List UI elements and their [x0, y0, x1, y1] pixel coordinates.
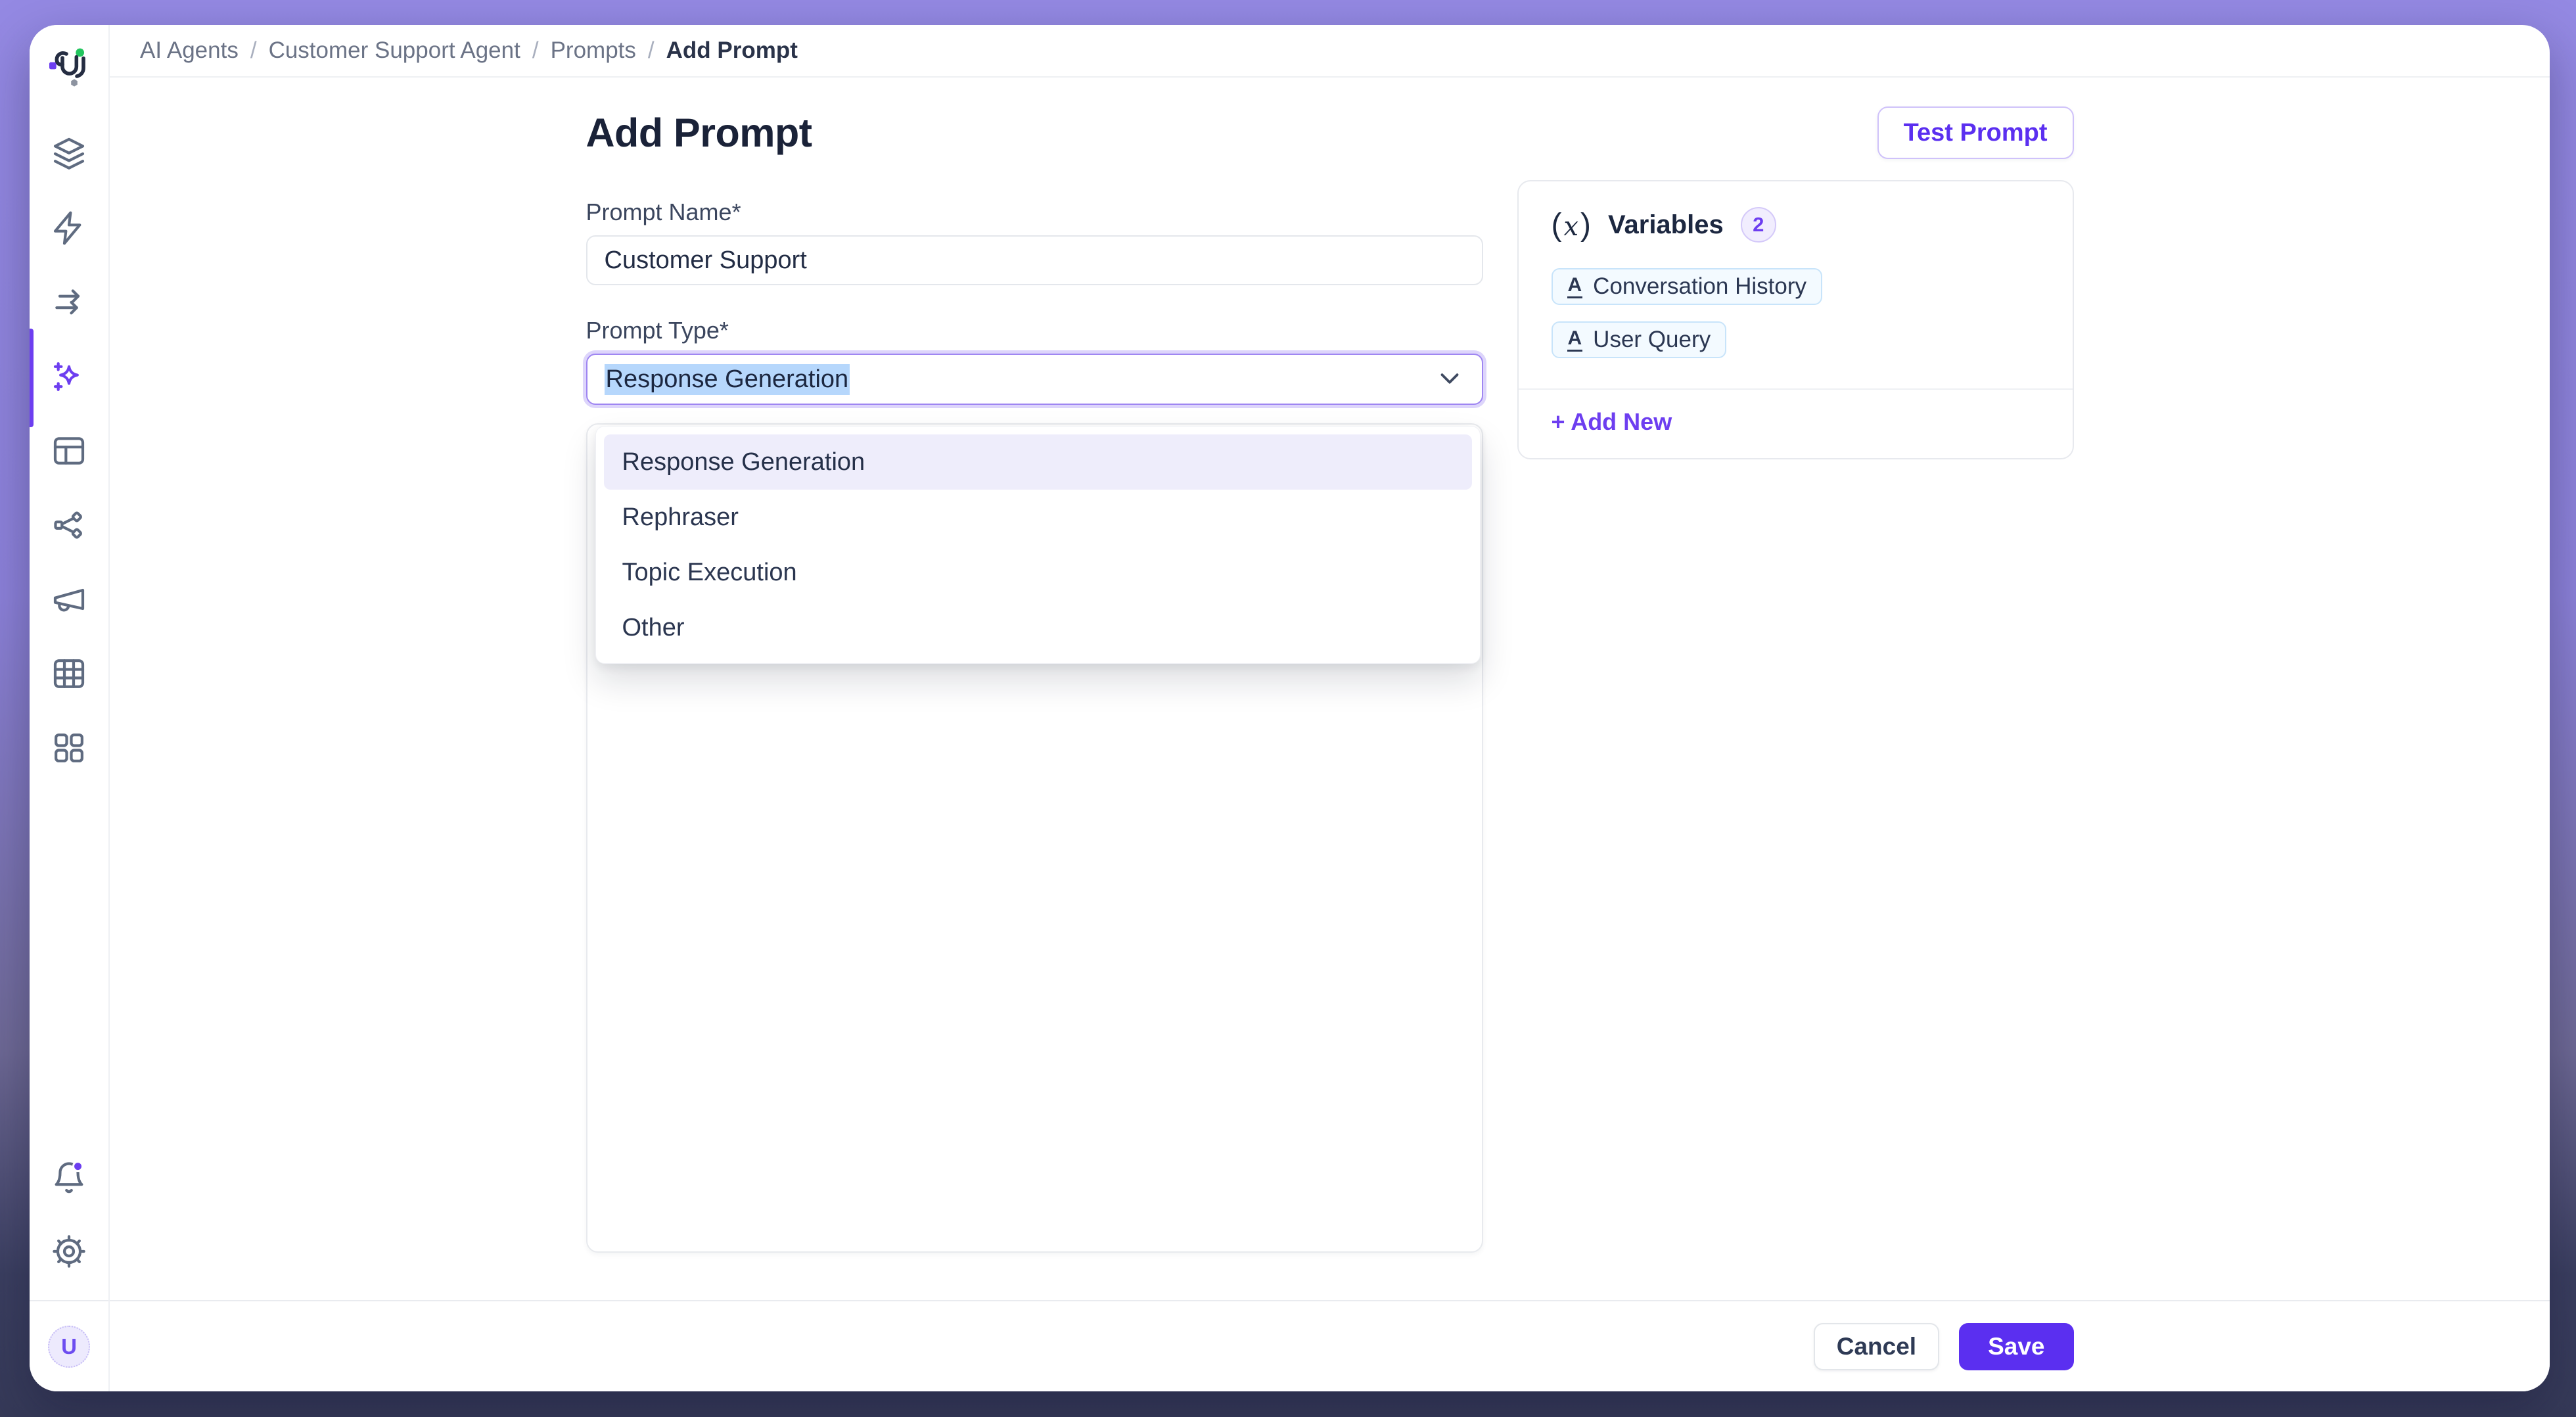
- variables-title: Variables: [1608, 210, 1724, 240]
- prompt-type-select[interactable]: Response Generation: [586, 354, 1483, 405]
- sidebar-item-integrations[interactable]: [50, 507, 88, 545]
- prompt-name-label: Prompt Name*: [586, 198, 1483, 225]
- grid-icon: [51, 730, 87, 768]
- prompt-type-dropdown: Response Generation Rephraser Topic Exec…: [595, 426, 1481, 664]
- variable-chip-label: Conversation History: [1593, 273, 1806, 300]
- sidebar-bottom: [50, 1159, 88, 1271]
- variables-header: (x) Variables 2: [1519, 181, 2073, 244]
- layout-panel-icon: [51, 432, 87, 471]
- page-title: Add Prompt: [586, 110, 812, 156]
- sidebar-item-campaigns[interactable]: [50, 581, 88, 619]
- megaphone-icon: [51, 581, 87, 620]
- breadcrumb-link-prompts[interactable]: Prompts: [551, 37, 636, 64]
- prompt-form: Prompt Name* Prompt Type* Response Gener…: [586, 160, 1483, 1253]
- variables-count-badge: 2: [1741, 207, 1776, 243]
- add-new-variable-button[interactable]: + Add New: [1519, 390, 2073, 458]
- sidebar-item-tables[interactable]: [50, 655, 88, 693]
- dropdown-option-response-generation[interactable]: Response Generation: [604, 434, 1472, 490]
- prompt-type-label: Prompt Type*: [586, 317, 1483, 343]
- table-icon: [51, 655, 87, 694]
- breadcrumb: AI Agents / Customer Support Agent / Pro…: [140, 37, 798, 64]
- sidebar-footer: U: [30, 1300, 108, 1391]
- variables-panel: (x) Variables 2 A Conversation History A: [1517, 180, 2074, 459]
- breadcrumb-separator: /: [250, 37, 257, 64]
- gear-icon: [51, 1233, 87, 1272]
- prompt-type-selected-value: Response Generation: [605, 364, 850, 395]
- dropdown-option-topic-execution[interactable]: Topic Execution: [604, 545, 1472, 600]
- sidebar-item-automations[interactable]: [50, 210, 88, 248]
- sparkles-icon: [51, 358, 87, 397]
- function-x-icon: (x): [1552, 207, 1592, 243]
- logo-gray-hex: [71, 79, 78, 86]
- layers-icon: [51, 135, 87, 174]
- save-button[interactable]: Save: [1959, 1323, 2073, 1370]
- notification-dot: [74, 1162, 83, 1171]
- logo-purple-square: [49, 62, 57, 70]
- sidebar-nav: [50, 135, 88, 768]
- share-network-icon: [51, 507, 87, 546]
- breadcrumb-bar: AI Agents / Customer Support Agent / Pro…: [110, 25, 2550, 78]
- bell-icon: [51, 1159, 87, 1197]
- content: Add Prompt Test Prompt Prompt Name* Prom…: [110, 78, 2550, 1300]
- sidebar-item-pages[interactable]: [50, 432, 88, 471]
- letter-a-icon: A: [1567, 275, 1583, 298]
- cancel-button[interactable]: Cancel: [1814, 1323, 1939, 1370]
- breadcrumb-link-ai-agents[interactable]: AI Agents: [140, 37, 239, 64]
- app-window: U AI Agents / Customer Support Agent / P…: [30, 25, 2550, 1391]
- test-prompt-button[interactable]: Test Prompt: [1877, 106, 2074, 159]
- zap-icon: [51, 210, 87, 248]
- breadcrumb-link-agent[interactable]: Customer Support Agent: [269, 37, 520, 64]
- variable-chip-conversation-history[interactable]: A Conversation History: [1552, 268, 1823, 305]
- breadcrumb-current: Add Prompt: [666, 37, 798, 64]
- prompt-name-input[interactable]: [586, 235, 1483, 285]
- notifications-button[interactable]: [50, 1159, 88, 1197]
- app-logo[interactable]: [48, 46, 90, 88]
- arrows-right-icon: [51, 284, 87, 323]
- footer-bar: Cancel Save: [110, 1300, 2550, 1391]
- page-header: Add Prompt Test Prompt: [586, 105, 2074, 160]
- active-nav-indicator: [30, 329, 34, 427]
- sidebar: U: [30, 25, 110, 1391]
- sidebar-item-apps[interactable]: [50, 730, 88, 768]
- settings-button[interactable]: [50, 1233, 88, 1271]
- breadcrumb-separator: /: [648, 37, 655, 64]
- user-avatar[interactable]: U: [48, 1326, 90, 1368]
- dropdown-option-other[interactable]: Other: [604, 600, 1472, 655]
- sidebar-item-ai-agents[interactable]: [50, 358, 88, 396]
- letter-a-icon: A: [1567, 328, 1583, 352]
- breadcrumb-separator: /: [532, 37, 539, 64]
- variable-chip-list: A Conversation History A User Query: [1519, 268, 2073, 358]
- dropdown-option-rephraser[interactable]: Rephraser: [604, 490, 1472, 545]
- sidebar-item-layers[interactable]: [50, 135, 88, 174]
- sidebar-item-flows[interactable]: [50, 284, 88, 322]
- chevron-down-icon: [1435, 363, 1465, 396]
- variable-chip-label: User Query: [1593, 327, 1711, 353]
- variable-chip-user-query[interactable]: A User Query: [1552, 321, 1727, 358]
- main-area: AI Agents / Customer Support Agent / Pro…: [110, 25, 2550, 1391]
